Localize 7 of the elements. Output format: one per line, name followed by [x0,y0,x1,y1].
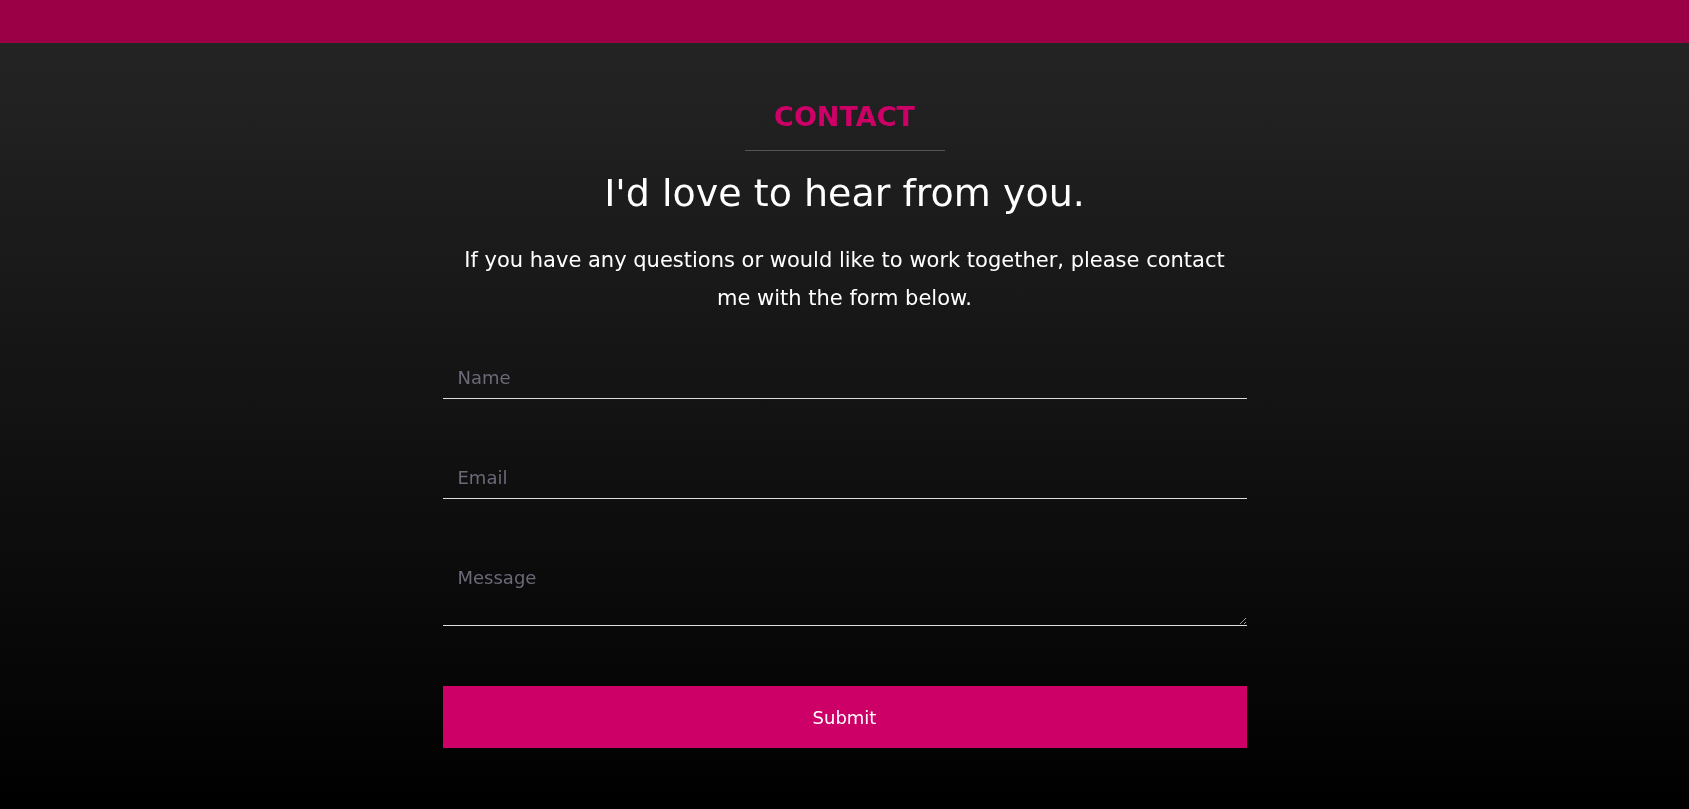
input-field[interactable]: Name [442,357,1247,399]
intro-text: If you have any questions or would like to work together, please contact me with the form below. [463,247,1226,312]
heading: I'd love to hear from you. [604,171,1085,215]
section-label: CONTACT [774,101,915,132]
submit-button[interactable]: Submit [442,686,1247,748]
input-field[interactable]: Email [442,457,1247,499]
message-field[interactable]: Message [442,557,1247,626]
